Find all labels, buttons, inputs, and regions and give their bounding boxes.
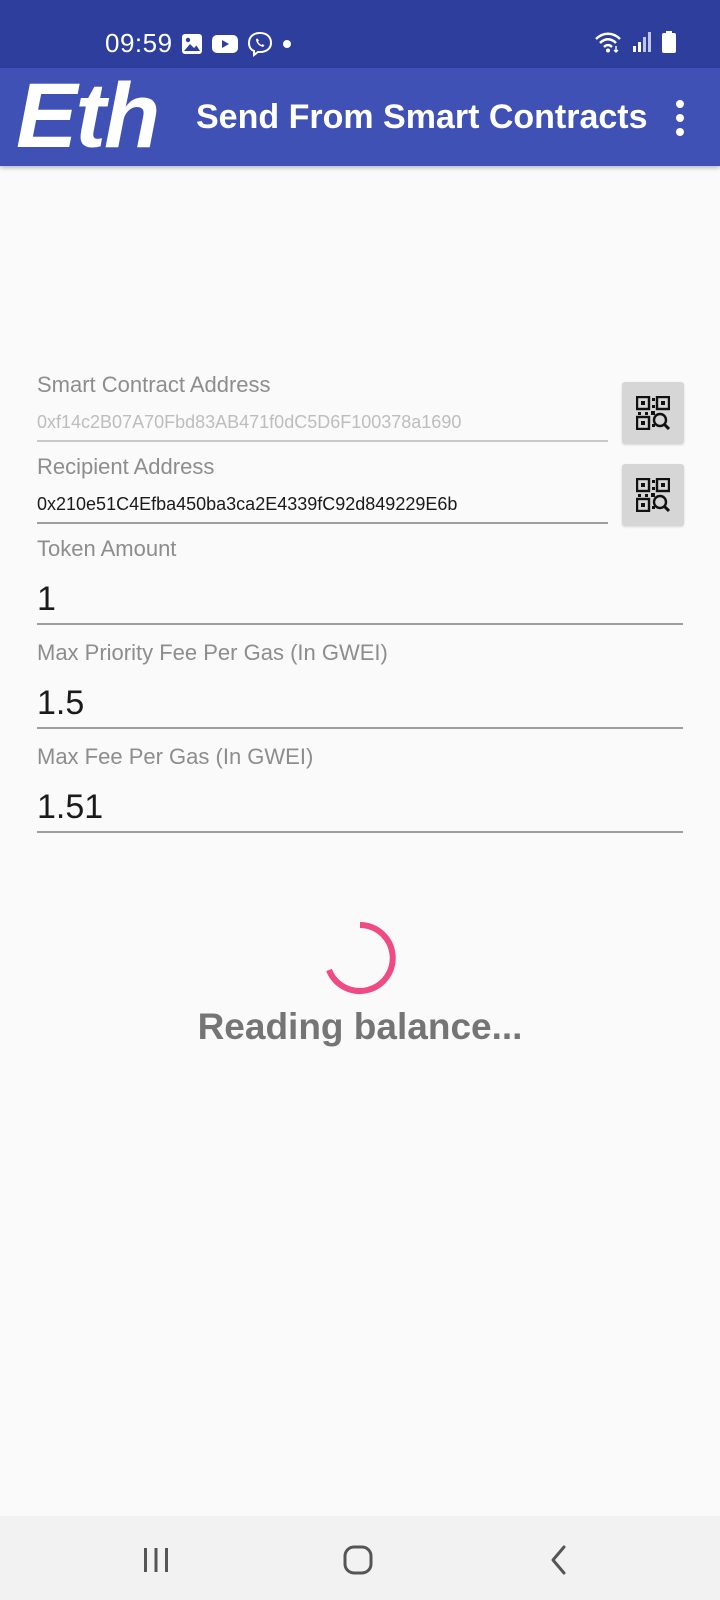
max-fee-label: Max Fee Per Gas (In GWEI) bbox=[37, 744, 314, 769]
recipient-address-field[interactable] bbox=[37, 486, 608, 524]
gallery-icon bbox=[181, 33, 203, 55]
qr-scan-icon bbox=[636, 396, 670, 430]
contract-address-label: Smart Contract Address bbox=[37, 372, 271, 397]
token-amount-field[interactable] bbox=[37, 575, 683, 625]
system-icons bbox=[594, 31, 676, 53]
contract-address-field bbox=[37, 404, 608, 442]
recipient-address-label: Recipient Address bbox=[37, 454, 215, 479]
scan-recipient-qr-button[interactable] bbox=[622, 464, 684, 526]
app-logo: Eth bbox=[16, 65, 160, 167]
loading-spinner bbox=[322, 920, 398, 996]
home-button[interactable] bbox=[334, 1536, 382, 1584]
recent-apps-button[interactable] bbox=[132, 1536, 180, 1584]
progress-text: Reading balance... bbox=[197, 1006, 523, 1047]
overflow-menu-icon[interactable] bbox=[668, 98, 692, 138]
scan-contract-qr-button[interactable] bbox=[622, 382, 684, 444]
notification-dot-icon bbox=[282, 39, 292, 49]
wifi-icon bbox=[594, 31, 622, 53]
token-amount-label: Token Amount bbox=[37, 536, 177, 561]
status-bar: 09:59 bbox=[0, 0, 720, 68]
battery-icon bbox=[662, 31, 676, 53]
back-button[interactable] bbox=[535, 1536, 583, 1584]
qr-scan-icon bbox=[636, 478, 670, 512]
max-fee-field[interactable] bbox=[37, 783, 683, 833]
screen: 09:59 Eth Send From Smart Contracts Smar… bbox=[0, 0, 720, 1600]
app-bar: Eth Send From Smart Contracts bbox=[0, 68, 720, 166]
max-priority-fee-label: Max Priority Fee Per Gas (In GWEI) bbox=[37, 640, 388, 665]
signal-icon bbox=[632, 31, 652, 53]
back-icon bbox=[547, 1544, 571, 1576]
status-time: 09:59 bbox=[105, 28, 173, 58]
notification-icons bbox=[181, 31, 292, 57]
app-title: Send From Smart Contracts bbox=[196, 98, 648, 136]
viber-icon bbox=[247, 31, 273, 57]
home-icon bbox=[342, 1544, 374, 1576]
max-priority-fee-field[interactable] bbox=[37, 679, 683, 729]
recent-apps-icon bbox=[141, 1545, 171, 1575]
navigation-bar bbox=[0, 1516, 720, 1600]
youtube-icon bbox=[212, 34, 238, 54]
